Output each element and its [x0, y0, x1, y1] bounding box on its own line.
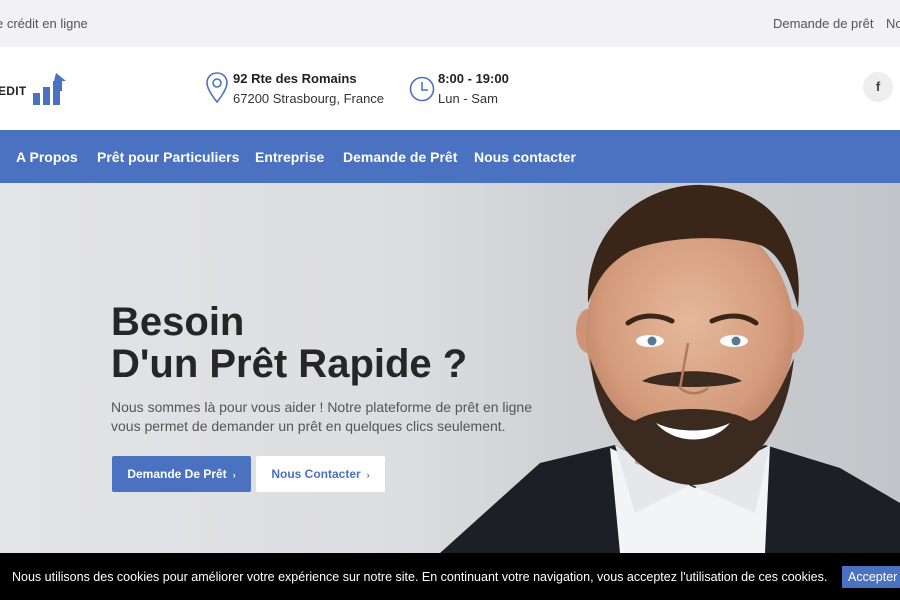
logo-text[interactable]: EDIT — [0, 84, 27, 98]
hours-line1: 8:00 - 19:00 — [438, 71, 509, 86]
hours-line2: Lun - Sam — [438, 91, 498, 106]
hero-description: Nous sommes là pour vous aider ! Notre p… — [111, 399, 532, 434]
nav-item-demande-de-pret[interactable]: Demande de Prêt — [343, 149, 457, 165]
cookie-text: Nous utilisons des cookies pour améliore… — [12, 570, 828, 584]
nav-item-a-propos[interactable]: A Propos — [16, 149, 78, 165]
bar-chart-logo-icon[interactable] — [32, 71, 68, 107]
main-nav: A Propos Prêt pour Particuliers Entrepri… — [0, 130, 900, 183]
site-header: EDIT 92 Rte des Romains 67200 Strasbourg… — [0, 47, 900, 130]
nous-contacter-button[interactable]: Nous Contacter › — [256, 456, 385, 492]
address-line1: 92 Rte des Romains — [233, 71, 357, 86]
demande-de-pret-button-label: Demande De Prêt — [127, 467, 227, 481]
topbar-link-demande-de-pret[interactable]: Demande de prêt — [773, 16, 873, 31]
hero-portrait-image — [440, 184, 900, 553]
demande-de-pret-button[interactable]: Demande De Prêt › — [112, 456, 251, 492]
accept-cookies-button[interactable]: Accepter — [842, 566, 900, 588]
nav-item-pret-particuliers[interactable]: Prêt pour Particuliers — [97, 149, 239, 165]
hero-title-line1: Besoin — [111, 300, 245, 344]
chevron-right-icon: › — [232, 470, 236, 480]
top-bar: e crédit en ligne Demande de prêt No — [0, 0, 900, 47]
topbar-link-truncated[interactable]: No — [886, 16, 900, 31]
hero-title-line2: D'un Prêt Rapide ? — [111, 342, 468, 386]
clock-icon — [409, 76, 435, 102]
nav-item-entreprise[interactable]: Entreprise — [255, 149, 324, 165]
hero-section: Besoin D'un Prêt Rapide ? Nous sommes là… — [0, 183, 900, 553]
cookie-banner: Nous utilisons des cookies pour améliore… — [0, 553, 900, 600]
address-line2: 67200 Strasbourg, France — [233, 91, 385, 106]
hero-title: Besoin D'un Prêt Rapide ? — [111, 301, 467, 385]
nav-item-nous-contacter[interactable]: Nous contacter — [474, 149, 576, 165]
topbar-tagline: e crédit en ligne — [0, 16, 88, 31]
nous-contacter-button-label: Nous Contacter — [271, 467, 361, 481]
facebook-icon[interactable]: f — [863, 72, 893, 102]
chevron-right-icon: › — [366, 470, 370, 480]
location-pin-icon — [206, 72, 228, 104]
